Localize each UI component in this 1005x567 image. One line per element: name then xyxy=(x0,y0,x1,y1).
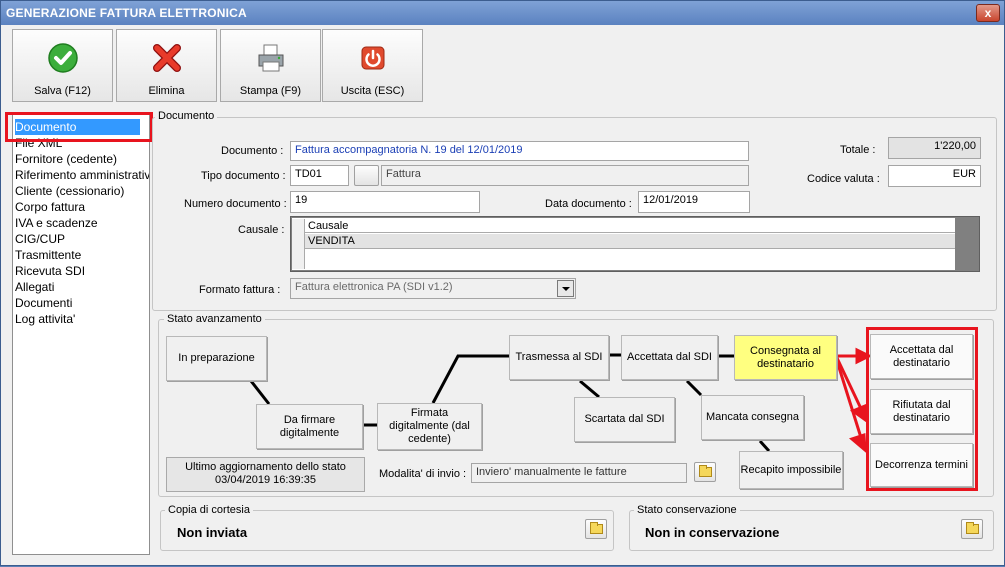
causale-grid-rowheader xyxy=(292,219,305,269)
documento-field[interactable]: Fattura accompagnatoria N. 19 del 12/01/… xyxy=(290,141,749,161)
nav-item-trasmittente[interactable]: Trasmittente xyxy=(15,247,149,263)
section-nav-list: Documento File XML Fornitore (cedente) R… xyxy=(12,114,150,555)
node-firmata-digitalmente: Firmata digitalmente (dal cedente) xyxy=(377,403,482,450)
stato-conservazione-value: Non in conservazione xyxy=(645,525,780,540)
node-in-preparazione: In preparazione xyxy=(166,336,267,381)
ultimo-aggiornamento-label: Ultimo aggiornamento dello stato xyxy=(185,461,346,473)
delete-button[interactable]: Elimina xyxy=(116,29,217,102)
nav-item-iva-scadenze[interactable]: IVA e scadenze xyxy=(15,215,149,231)
copia-cortesia-button[interactable] xyxy=(585,519,607,539)
red-x-icon xyxy=(152,44,181,72)
codice-valuta-label: Codice valuta : xyxy=(807,173,880,185)
nav-item-cliente[interactable]: Cliente (cessionario) xyxy=(15,183,149,199)
stato-avanzamento-label: Stato avanzamento xyxy=(164,313,265,325)
nav-item-documenti[interactable]: Documenti xyxy=(15,295,149,311)
data-documento-field[interactable]: 12/01/2019 xyxy=(638,191,750,213)
nav-item-fornitore[interactable]: Fornitore (cedente) xyxy=(15,151,149,167)
numero-documento-label: Numero documento : xyxy=(184,198,287,210)
highlight-destinatario-outcomes xyxy=(866,327,978,491)
node-trasmessa-sdi: Trasmessa al SDI xyxy=(509,335,609,380)
ultimo-aggiornamento-box: Ultimo aggiornamento dello stato 03/04/2… xyxy=(166,457,365,492)
documento-label: Documento : xyxy=(221,145,284,157)
causale-column-header: Causale xyxy=(305,219,955,233)
node-da-firmare: Da firmare digitalmente xyxy=(256,404,363,449)
copia-cortesia-label: Copia di cortesia xyxy=(165,504,253,516)
causale-label: Causale : xyxy=(238,224,285,236)
causale-grid[interactable]: Causale VENDITA xyxy=(290,216,980,272)
copia-cortesia-value: Non inviata xyxy=(177,525,248,540)
tipo-documento-description: Fattura xyxy=(381,165,749,186)
folder-icon xyxy=(699,465,712,477)
exit-label: Uscita (ESC) xyxy=(340,85,405,97)
formato-fattura-select[interactable]: Fattura elettronica PA (SDI v1.2) xyxy=(290,278,576,299)
modalita-invio-field: Inviero' manualmente le fatture xyxy=(471,463,687,483)
printer-icon xyxy=(258,44,283,72)
nav-item-allegati[interactable]: Allegati xyxy=(15,279,149,295)
folder-icon xyxy=(966,522,979,534)
nav-item-corpo-fattura[interactable]: Corpo fattura xyxy=(15,199,149,215)
tipo-documento-lookup-button[interactable] xyxy=(354,165,379,186)
stato-conservazione-button[interactable] xyxy=(961,519,983,539)
causale-row[interactable]: VENDITA xyxy=(305,234,955,249)
title-bar: GENERAZIONE FATTURA ELETTRONICA x xyxy=(1,1,1004,25)
window-title: GENERAZIONE FATTURA ELETTRONICA xyxy=(6,6,247,20)
save-button[interactable]: Salva (F12) xyxy=(12,29,113,102)
delete-label: Elimina xyxy=(148,85,185,97)
chevron-down-icon[interactable] xyxy=(557,280,574,297)
print-label: Stampa (F9) xyxy=(239,85,302,97)
codice-valuta-field[interactable]: EUR xyxy=(888,165,981,187)
totale-label: Totale : xyxy=(840,144,876,156)
node-scartata-sdi: Scartata dal SDI xyxy=(574,397,675,442)
exit-button[interactable]: Uscita (ESC) xyxy=(322,29,423,102)
totale-field: 1'220,00 xyxy=(888,137,981,159)
tipo-documento-code-field[interactable]: TD01 xyxy=(290,165,349,186)
data-documento-label: Data documento : xyxy=(545,198,632,210)
power-icon xyxy=(361,46,384,70)
save-label: Salva (F12) xyxy=(34,85,91,97)
node-recapito-impossibile: Recapito impossibile xyxy=(739,451,843,489)
numero-documento-field[interactable]: 19 xyxy=(290,191,480,213)
modalita-invio-label: Modalita' di invio : xyxy=(379,468,467,480)
nav-item-cig-cup[interactable]: CIG/CUP xyxy=(15,231,149,247)
nav-item-log-attivita[interactable]: Log attivita' xyxy=(15,311,149,327)
highlight-nav-documento xyxy=(5,112,153,142)
node-mancata-consegna: Mancata consegna xyxy=(701,395,804,440)
ultimo-aggiornamento-value: 03/04/2019 16:39:35 xyxy=(215,474,316,486)
green-check-icon xyxy=(47,43,78,73)
print-button[interactable]: Stampa (F9) xyxy=(220,29,321,102)
stato-conservazione-label: Stato conservazione xyxy=(634,504,740,516)
documento-group-label: Documento xyxy=(155,110,218,122)
nav-item-riferimento[interactable]: Riferimento amministrativo xyxy=(15,167,149,183)
tipo-documento-label: Tipo documento : xyxy=(201,170,286,182)
node-accettata-sdi: Accettata dal SDI xyxy=(621,335,718,380)
folder-icon xyxy=(590,522,603,534)
modalita-invio-button[interactable] xyxy=(694,462,716,482)
main-window: GENERAZIONE FATTURA ELETTRONICA x Salva … xyxy=(0,0,1005,566)
node-consegnata-destinatario: Consegnata al destinatario xyxy=(734,335,837,380)
nav-item-ricevuta-sdi[interactable]: Ricevuta SDI xyxy=(15,263,149,279)
close-button[interactable]: x xyxy=(976,4,1000,22)
formato-fattura-label: Formato fattura : xyxy=(199,284,281,296)
